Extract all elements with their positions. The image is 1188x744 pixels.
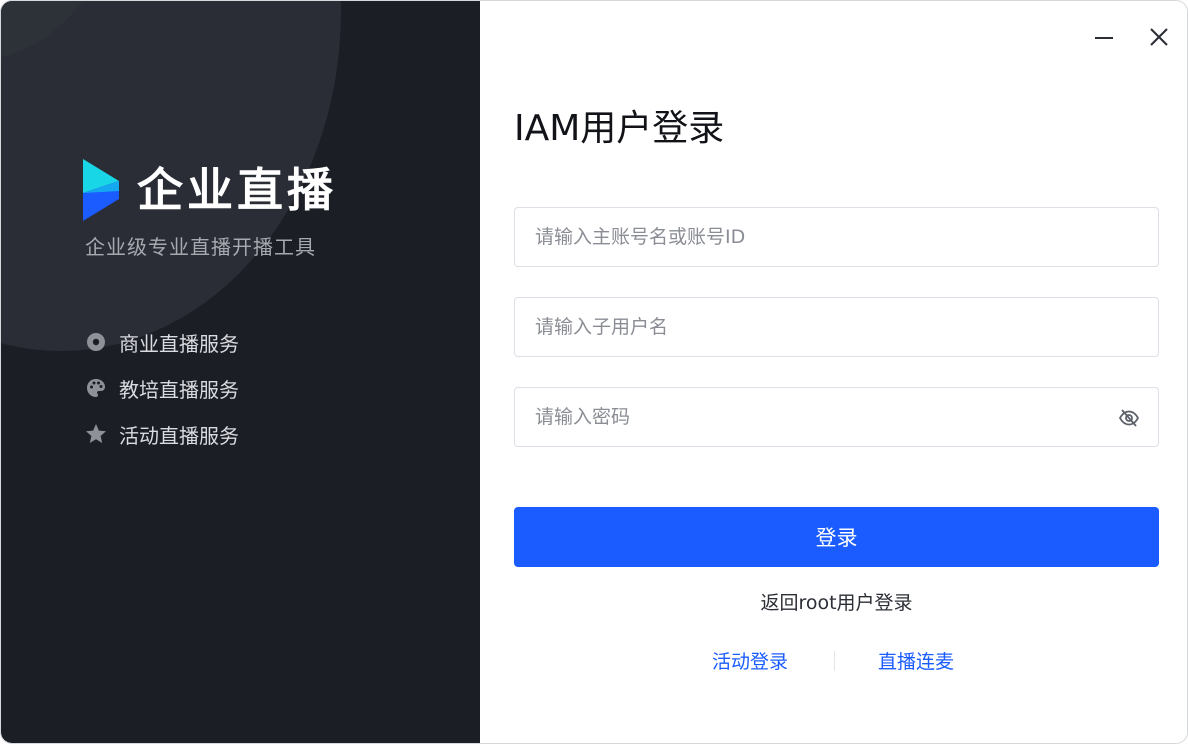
- login-window: 企业直播 企业级专业直播开播工具 商业直播服务 教培直播服务 活动直播服务 IA…: [0, 0, 1188, 744]
- star-icon: [85, 423, 107, 445]
- password-input[interactable]: [515, 388, 1158, 446]
- username-input[interactable]: [515, 298, 1158, 356]
- login-button[interactable]: 登录: [514, 507, 1159, 567]
- brand-tagline: 企业级专业直播开播工具: [85, 235, 316, 259]
- brand-panel: 企业直播 企业级专业直播开播工具 商业直播服务 教培直播服务 活动直播服务: [1, 1, 480, 743]
- disc-icon: [85, 331, 107, 353]
- feature-label: 商业直播服务: [119, 331, 239, 356]
- close-button[interactable]: [1147, 25, 1171, 49]
- bottom-links: 活动登录 直播连麦: [514, 647, 1159, 675]
- brand-name: 企业直播: [137, 163, 337, 217]
- feature-label: 活动直播服务: [119, 423, 239, 448]
- feature-item-activity: 活动直播服务: [85, 411, 239, 457]
- minimize-icon: [1095, 37, 1113, 39]
- feature-list: 商业直播服务 教培直播服务 活动直播服务: [85, 319, 239, 457]
- minimize-button[interactable]: [1092, 25, 1116, 49]
- feature-label: 教培直播服务: [119, 377, 239, 402]
- back-to-root-login-link[interactable]: 返回root用户登录: [514, 588, 1159, 615]
- account-field-wrapper: [514, 207, 1159, 267]
- feature-item-education: 教培直播服务: [85, 365, 239, 411]
- activity-login-link[interactable]: 活动登录: [712, 647, 788, 674]
- username-field-wrapper: [514, 297, 1159, 357]
- account-input[interactable]: [515, 208, 1158, 266]
- login-panel: IAM用户登录 登录 返回root用户登录 活动登录 直播连麦: [480, 1, 1187, 743]
- live-cohost-link[interactable]: 直播连麦: [878, 647, 954, 674]
- feature-item-business: 商业直播服务: [85, 319, 239, 365]
- play-triangle-logo-icon: [83, 159, 119, 221]
- brand-header: 企业直播: [83, 159, 337, 221]
- eye-off-icon[interactable]: [1118, 407, 1140, 429]
- link-divider: [834, 651, 835, 671]
- page-title: IAM用户登录: [514, 108, 725, 149]
- palette-icon: [85, 377, 107, 399]
- password-field-wrapper: [514, 387, 1159, 447]
- close-icon: [1150, 28, 1168, 46]
